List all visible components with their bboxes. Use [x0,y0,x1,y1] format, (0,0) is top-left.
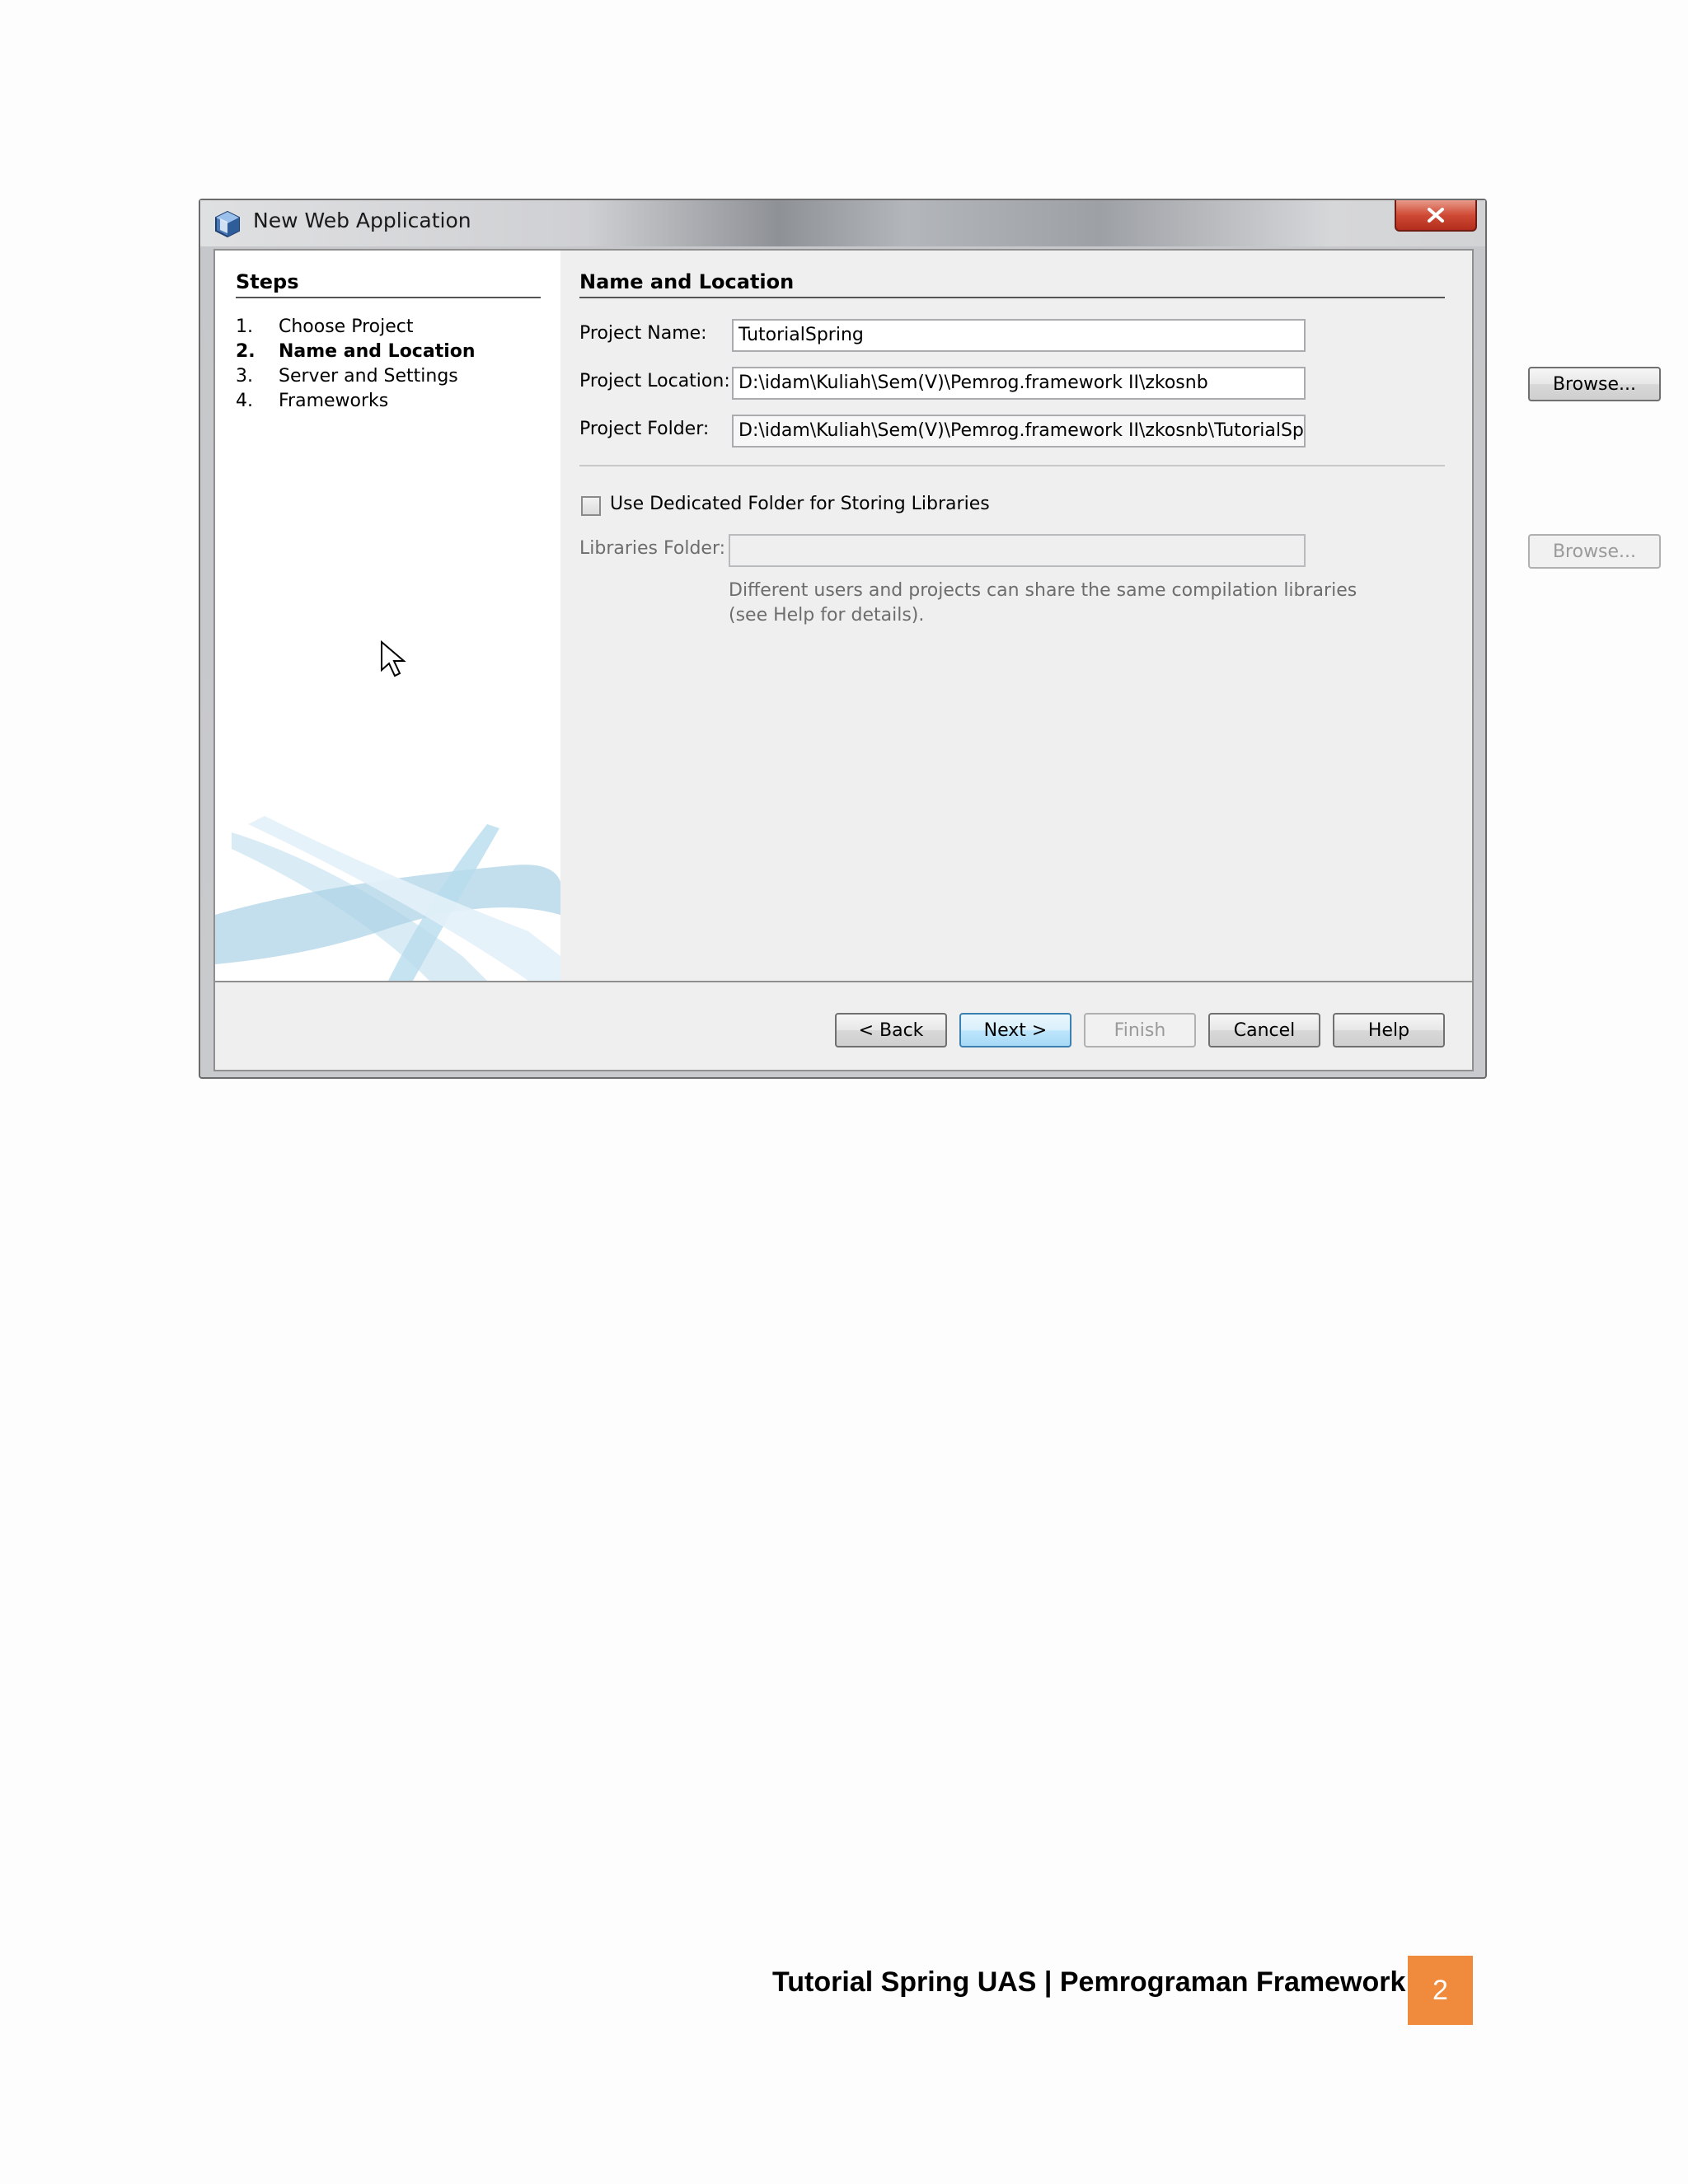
steps-list: 1. Choose Project 2. Name and Location 3. S… [236,315,476,414]
back-button[interactable]: < Back [835,1013,947,1047]
libraries-help-text: Different users and projects can share t… [729,580,1357,626]
mouse-cursor-icon [381,640,406,677]
form-divider [579,465,1445,466]
decorative-swoosh-graphic [215,816,560,981]
project-name-input[interactable]: TutorialSpring [732,319,1306,352]
window-title: New Web Application [253,209,471,232]
netbeans-cube-icon [215,210,240,238]
name-and-location-panel: Name and Location Project Name: Tutorial… [560,251,1661,981]
step-item-choose-project: 1. Choose Project [236,316,414,337]
step-item-frameworks: 4. Frameworks [236,391,389,411]
steps-title: Steps [236,270,541,298]
cancel-button[interactable]: Cancel [1208,1013,1320,1047]
project-name-label: Project Name: [579,323,707,344]
dialog-content: Steps 1. Choose Project 2. Name and Locati… [213,249,1661,1071]
libraries-folder-label: Libraries Folder: [579,538,726,559]
dedicated-folder-label[interactable]: Use Dedicated Folder for Storing Librari… [610,494,990,514]
close-icon [1428,208,1444,223]
new-web-application-dialog: New Web Application Steps 1. Choose Proje… [199,199,1661,1079]
libraries-browse-button[interactable]: Browse... [1528,534,1661,569]
project-location-label: Project Location: [579,371,730,391]
step-item-server-and-settings: 3. Server and Settings [236,366,458,387]
close-button[interactable] [1395,200,1477,232]
step-item-name-and-location: 2. Name and Location [236,341,476,362]
page-footer-text: Tutorial Spring UAS | Pemrograman Framew… [772,1966,1429,1998]
section-title: Name and Location [579,270,1445,298]
project-folder-label: Project Folder: [579,419,710,439]
page-number-badge: 2 [1408,1956,1473,2025]
libraries-folder-input[interactable] [729,534,1306,567]
project-location-browse-button[interactable]: Browse... [1528,367,1661,401]
dedicated-folder-checkbox[interactable] [581,496,601,516]
title-bar[interactable]: New Web Application [200,200,1485,246]
project-location-input[interactable]: D:\idam\Kuliah\Sem(V)\Pemrog.framework I… [732,367,1306,400]
project-folder-input[interactable]: D:\idam\Kuliah\Sem(V)\Pemrog.framework I… [732,415,1306,448]
help-button[interactable]: Help [1333,1013,1445,1047]
next-button[interactable]: Next > [959,1013,1071,1047]
steps-panel: Steps 1. Choose Project 2. Name and Locati… [215,251,560,981]
finish-button[interactable]: Finish [1084,1013,1196,1047]
button-bar-divider [215,981,1472,982]
